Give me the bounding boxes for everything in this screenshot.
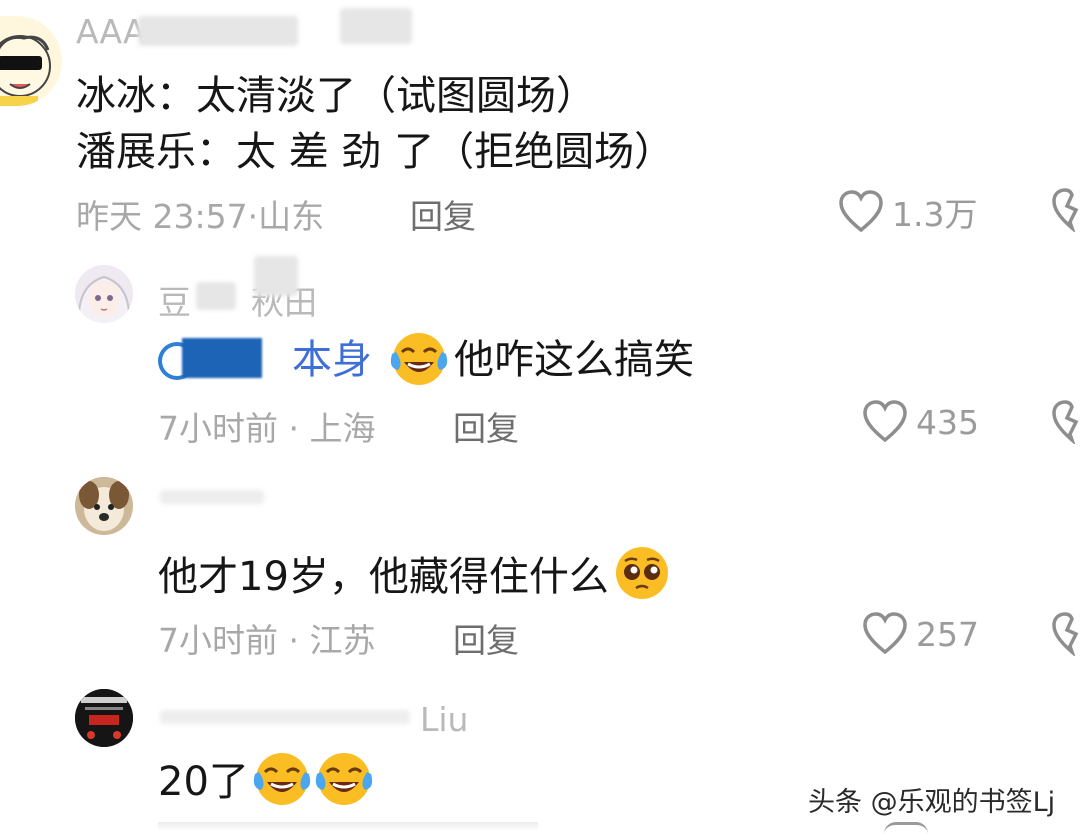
reply-button[interactable]: 回复 (453, 614, 519, 662)
watermark: 头条 @乐观的书签Lj (808, 787, 1056, 818)
comment-meta: 7小时前 · 江苏 (158, 614, 376, 662)
meta-separator: · (288, 621, 300, 660)
comment-text: 他才19岁，他藏得住什么 (158, 547, 671, 602)
dislike-button[interactable] (1052, 188, 1080, 236)
mention-text[interactable]: 本身 (292, 340, 372, 380)
like-button[interactable]: 257 (862, 612, 979, 656)
redacted-mention-block (182, 338, 262, 378)
avatar-comment-4[interactable] (75, 689, 133, 747)
comment-text-body: 20了 (158, 759, 249, 805)
cut-off-meta-row (158, 822, 538, 831)
comment-location: 上海 (309, 409, 376, 448)
redacted-username-block (160, 490, 264, 504)
meta-separator: · (288, 409, 300, 448)
heart-outline-icon (863, 400, 907, 443)
comment-text: 20了 (158, 753, 373, 808)
heart-outline-icon (839, 190, 883, 233)
comment-location: 山东 (258, 197, 325, 236)
meta-separator: · (247, 197, 259, 236)
storefront-avatar-icon (75, 689, 133, 747)
tears-of-joy-emoji (390, 333, 448, 385)
like-button[interactable]: 435 (862, 400, 979, 444)
comment-text-line: 潘展乐：太 差 劲 了（拒绝圆场） (76, 129, 675, 175)
comment-meta: 昨天 23:57·山东 (76, 190, 324, 238)
comment-time: 7小时前 (158, 621, 278, 660)
reply-button[interactable]: 回复 (410, 190, 476, 238)
like-count: 1.3万 (892, 195, 978, 234)
broken-heart-icon (1052, 188, 1079, 234)
cartoon-avatar-icon (0, 35, 51, 106)
dog-avatar-icon (75, 477, 133, 535)
pleading-face-emoji (615, 547, 668, 599)
username-text: Liu (420, 700, 469, 739)
anime-girl-avatar-icon (75, 265, 133, 323)
heart-outline-icon (863, 612, 907, 655)
tears-of-joy-emoji (253, 753, 311, 805)
redacted-username-block (254, 256, 298, 296)
username-comment-1[interactable]: AAA (76, 12, 146, 51)
comment-time: 昨天 23:57 (76, 197, 248, 236)
comment-text-body: 他才19岁，他藏得住什么 (158, 554, 609, 600)
dislike-button[interactable] (1052, 400, 1080, 448)
broken-heart-icon (1052, 400, 1079, 446)
avatar-comment-1[interactable] (0, 16, 62, 106)
comment-text-line: 冰冰：太清淡了（试图圆场） (76, 73, 596, 119)
reply-button[interactable]: 回复 (453, 402, 519, 450)
broken-heart-icon (1052, 612, 1079, 658)
like-count: 257 (916, 614, 979, 654)
like-count: 435 (916, 402, 979, 442)
redacted-username-block (138, 16, 298, 46)
comment-text: 他咋这么搞笑 (454, 337, 694, 383)
comment-location: 江苏 (309, 621, 376, 660)
avatar-comment-2[interactable] (75, 265, 133, 323)
redacted-username-block (196, 282, 236, 310)
redacted-username-block (340, 8, 412, 44)
mention-tag[interactable] (158, 336, 262, 380)
cut-off-like-icon (884, 822, 928, 834)
avatar-comment-3[interactable] (75, 477, 133, 535)
username-text: 豆 (158, 283, 191, 322)
comment-meta: 7小时前 · 上海 (158, 402, 376, 450)
tears-of-joy-emoji (315, 753, 373, 805)
like-button[interactable]: 1.3万 (838, 188, 977, 236)
tears-of-joy-emoji (390, 330, 448, 388)
redacted-username-block (160, 710, 410, 724)
dislike-button[interactable] (1052, 612, 1080, 660)
comment-time: 7小时前 (158, 409, 278, 448)
